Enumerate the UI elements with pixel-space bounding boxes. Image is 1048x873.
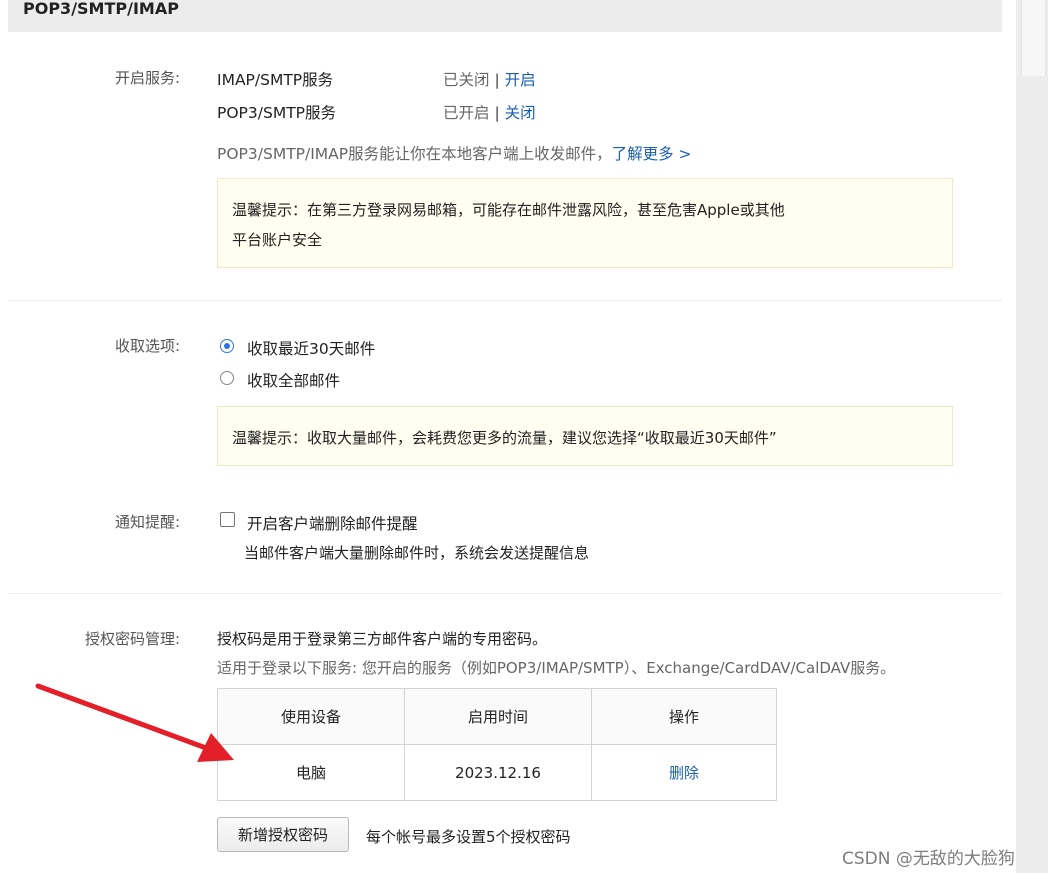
section-divider: [8, 593, 1002, 594]
scrollbar-track[interactable]: [1016, 0, 1048, 873]
delete-alert-checkbox-label[interactable]: 开启客户端删除邮件提醒: [247, 512, 418, 534]
services-description-row: POP3/SMTP/IMAP服务能让你在本地客户端上收发邮件，了解更多 >: [217, 142, 692, 164]
column-header-enabled-time: 启用时间: [404, 688, 592, 745]
delete-alert-hint: 当邮件客户端大量删除邮件时，系统会发送提醒信息: [244, 544, 590, 562]
add-auth-code-button[interactable]: 新增授权密码: [217, 817, 349, 852]
column-header-action: 操作: [591, 688, 777, 745]
table-header-row: 使用设备 启用时间 操作: [217, 688, 777, 745]
service-row-pop3: 已开启 | 关闭: [443, 101, 536, 123]
radio-all-mail[interactable]: [220, 371, 234, 385]
separator: |: [494, 104, 500, 122]
enable-imap-link[interactable]: 开启: [505, 71, 536, 89]
left-margin: [0, 0, 8, 873]
services-label: 开启服务:: [114, 69, 180, 87]
security-tip-box: 温馨提示：在第三方登录网易邮箱，可能存在邮件泄露风险，甚至危害Apple或其他 …: [217, 178, 953, 268]
auth-device-table: 使用设备 启用时间 操作 电脑 2023.12.16 删除: [217, 688, 777, 801]
service-status-imap: 已关闭: [443, 71, 490, 89]
auth-code-scope: 适用于登录以下服务: 您开启的服务（例如POP3/IMAP/SMTP）、Exch…: [217, 659, 896, 677]
scrollbar-thumb[interactable]: [1021, 0, 1046, 76]
section-header: POP3/SMTP/IMAP: [8, 0, 1002, 32]
cell-device: 电脑: [217, 744, 405, 801]
auth-code-description: 授权码是用于登录第三方邮件客户端的专用密码。: [217, 630, 548, 648]
delete-alert-checkbox[interactable]: [220, 512, 235, 527]
security-tip-line2: 平台账户安全: [232, 231, 323, 249]
security-tip-line1: 温馨提示：在第三方登录网易邮箱，可能存在邮件泄露风险，甚至危害Apple或其他: [232, 201, 785, 219]
fetch-options-label: 收取选项:: [114, 337, 180, 355]
service-name-imap: IMAP/SMTP服务: [217, 71, 334, 89]
services-description: POP3/SMTP/IMAP服务能让你在本地客户端上收发邮件，: [217, 145, 612, 163]
service-row-imap: 已关闭 | 开启: [443, 68, 536, 90]
radio-recent-30-days[interactable]: [220, 339, 234, 353]
disable-pop3-link[interactable]: 关闭: [505, 104, 536, 122]
cell-enabled-time: 2023.12.16: [404, 744, 592, 801]
cell-action: 删除: [591, 744, 777, 801]
delete-auth-code-link[interactable]: 删除: [669, 764, 699, 782]
watermark: CSDN @无敌的大脸狗: [842, 849, 1015, 869]
auth-code-limit-note: 每个帐号最多设置5个授权密码: [366, 828, 571, 846]
separator: |: [494, 71, 500, 89]
auth-code-label: 授权密码管理:: [84, 630, 180, 648]
traffic-tip-text: 温馨提示：收取大量邮件，会耗费您更多的流量，建议您选择“收取最近30天邮件”: [232, 429, 777, 447]
table-row: 电脑 2023.12.16 删除: [217, 744, 777, 801]
traffic-tip-box: 温馨提示：收取大量邮件，会耗费您更多的流量，建议您选择“收取最近30天邮件”: [217, 406, 953, 466]
radio-all-mail-label[interactable]: 收取全部邮件: [247, 369, 340, 391]
service-name-pop3: POP3/SMTP服务: [217, 104, 337, 122]
notify-label: 通知提醒:: [114, 513, 180, 531]
page-edge: [1002, 0, 1016, 873]
learn-more-link[interactable]: 了解更多 >: [612, 145, 692, 163]
column-header-device: 使用设备: [217, 688, 405, 745]
section-divider: [8, 300, 1002, 301]
section-title: POP3/SMTP/IMAP: [23, 0, 179, 18]
radio-recent-30-days-label[interactable]: 收取最近30天邮件: [247, 337, 375, 359]
service-status-pop3: 已开启: [443, 104, 490, 122]
